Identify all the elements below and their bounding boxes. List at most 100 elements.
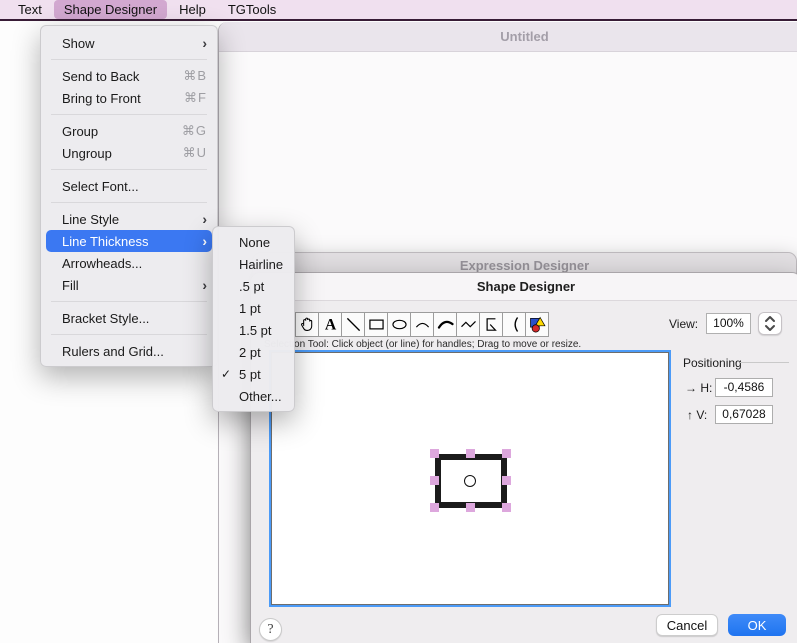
- shape-center-marker[interactable]: [464, 475, 476, 487]
- menu-item-group[interactable]: Group⌘G: [41, 120, 217, 142]
- menu-item-line-thickness[interactable]: Line Thickness›: [46, 230, 212, 252]
- menu-item-show[interactable]: Show ›: [41, 32, 217, 54]
- menu-item-label: Bring to Front: [62, 91, 141, 106]
- selection-handle-mid-left[interactable]: [430, 476, 439, 485]
- menu-item-shortcut: ⌘B: [183, 68, 207, 84]
- arc-tool-icon: [412, 314, 433, 335]
- tool-instruction-text: Selection Tool: Click object (or line) f…: [264, 339, 581, 350]
- menu-item-select-font[interactable]: Select Font...: [41, 175, 217, 197]
- color-shapes-tool-button[interactable]: [525, 312, 549, 337]
- menu-item-send-to-back[interactable]: Send to Back ⌘B: [41, 65, 217, 87]
- polygon-tool-button[interactable]: [479, 312, 503, 337]
- zigzag-tool-button[interactable]: [456, 312, 480, 337]
- menu-item-ungroup[interactable]: Ungroup⌘U: [41, 142, 217, 164]
- screen: { "menubar": { "items": [ {"label": "Tex…: [0, 0, 797, 643]
- cancel-button[interactable]: Cancel: [656, 614, 718, 636]
- h-position-field[interactable]: -0,4586: [715, 378, 773, 397]
- submenu-item-other...[interactable]: ✓Other...: [213, 385, 294, 407]
- help-button[interactable]: ?: [259, 618, 282, 641]
- selection-handle-bottom-left[interactable]: [430, 503, 439, 512]
- menu-item-fill[interactable]: Fill ›: [41, 274, 217, 296]
- positioning-divider: [740, 362, 789, 363]
- menu-separator: [51, 169, 207, 170]
- submenu-item-label: 1.5 pt: [239, 323, 272, 338]
- submenu-item-5-pt[interactable]: ✓5 pt: [213, 363, 294, 385]
- menubar-item-text[interactable]: Text: [8, 0, 52, 19]
- untitled-titlebar[interactable]: Untitled: [219, 22, 797, 52]
- shape-designer-titlebar[interactable]: Shape Designer: [251, 273, 797, 301]
- submenu-item-none[interactable]: ✓None: [213, 231, 294, 253]
- selection-handle-top-left[interactable]: [430, 449, 439, 458]
- menu-item-arrowheads[interactable]: Arrowheads...: [41, 252, 217, 274]
- checkmark-icon: ✓: [213, 367, 239, 381]
- zigzag-tool-icon: [458, 314, 479, 335]
- text-tool-button[interactable]: A: [318, 312, 342, 337]
- menu-item-bracket-style[interactable]: Bracket Style...: [41, 307, 217, 329]
- shape-designer-window: Shape Designer A View: 100% Selection To…: [250, 272, 797, 643]
- selection-handle-bottom-right[interactable]: [502, 503, 511, 512]
- hand-tool-icon: [297, 314, 318, 335]
- rectangle-tool-button[interactable]: [364, 312, 388, 337]
- positioning-label: Positioning: [683, 356, 742, 370]
- untitled-window-title: Untitled: [500, 29, 548, 44]
- submenu-item-hairline[interactable]: ✓Hairline: [213, 253, 294, 275]
- line-tool-button[interactable]: [341, 312, 365, 337]
- menubar-item-tgtools[interactable]: TGTools: [218, 0, 286, 19]
- submenu-chevron-icon: ›: [202, 278, 207, 292]
- arc-tool-button[interactable]: [410, 312, 434, 337]
- selection-handle-top-center[interactable]: [466, 449, 475, 458]
- v-position-field[interactable]: 0,67028: [715, 405, 773, 424]
- submenu-item-label: Other...: [239, 389, 282, 404]
- line-tool-icon: [343, 314, 364, 335]
- menu-item-label: Line Style: [62, 212, 119, 227]
- menu-separator: [51, 202, 207, 203]
- menu-separator: [51, 301, 207, 302]
- submenu-item-label: 2 pt: [239, 345, 261, 360]
- menu-item-shortcut: ⌘F: [184, 90, 207, 106]
- shape-designer-menu: Show › Send to Back ⌘B Bring to Front ⌘F Group…: [40, 25, 218, 367]
- menubar-item-shape-designer[interactable]: Shape Designer: [54, 0, 167, 19]
- selection-handle-mid-right[interactable]: [502, 476, 511, 485]
- color-shapes-tool-icon: [527, 314, 548, 335]
- menu-item-label: Select Font...: [62, 179, 139, 194]
- ok-button[interactable]: OK: [728, 614, 786, 636]
- submenu-item-1-pt[interactable]: ✓1 pt: [213, 297, 294, 319]
- menubar-item-help[interactable]: Help: [169, 0, 216, 19]
- menu-item-label: Fill: [62, 278, 79, 293]
- view-zoom-stepper[interactable]: [758, 312, 782, 335]
- submenu-item-2-pt[interactable]: ✓2 pt: [213, 341, 294, 363]
- ellipse-tool-icon: [389, 314, 410, 335]
- hand-tool-button[interactable]: [295, 312, 319, 337]
- curve-tool-icon: [435, 314, 456, 335]
- submenu-item-label: .5 pt: [239, 279, 264, 294]
- line-thickness-submenu: ✓None✓Hairline✓.5 pt✓1 pt✓1.5 pt✓2 pt✓5 …: [212, 226, 295, 412]
- ellipse-tool-button[interactable]: [387, 312, 411, 337]
- menu-item-label: Rulers and Grid...: [62, 344, 164, 359]
- bracket-tool-icon: [504, 314, 525, 335]
- menu-item-label: Bracket Style...: [62, 311, 149, 326]
- selection-handle-bottom-center[interactable]: [466, 503, 475, 512]
- menu-item-bring-to-front[interactable]: Bring to Front ⌘F: [41, 87, 217, 109]
- submenu-chevron-icon: ›: [202, 36, 207, 50]
- view-label: View:: [669, 317, 698, 331]
- submenu-item-1.5-pt[interactable]: ✓1.5 pt: [213, 319, 294, 341]
- shape-toolbar: A: [295, 312, 549, 337]
- view-zoom-field[interactable]: 100%: [706, 313, 751, 334]
- text-tool-icon: A: [320, 314, 341, 335]
- menu-item-line-style[interactable]: Line Style ›: [41, 208, 217, 230]
- submenu-item-label: Hairline: [239, 257, 283, 272]
- expression-designer-title: Expression Designer: [460, 258, 589, 273]
- svg-text:A: A: [324, 316, 336, 333]
- submenu-chevron-icon: ›: [202, 212, 207, 226]
- menu-item-label: Show: [62, 36, 95, 51]
- shape-canvas[interactable]: [271, 352, 669, 605]
- menu-item-label: Send to Back: [62, 69, 139, 84]
- submenu-chevron-icon: ›: [202, 234, 207, 248]
- menu-separator: [51, 334, 207, 335]
- submenu-item-.5-pt[interactable]: ✓.5 pt: [213, 275, 294, 297]
- menu-item-rulers-and-grid[interactable]: Rulers and Grid...: [41, 340, 217, 362]
- submenu-item-label: 5 pt: [239, 367, 261, 382]
- selection-handle-top-right[interactable]: [502, 449, 511, 458]
- curve-tool-button[interactable]: [433, 312, 457, 337]
- bracket-tool-button[interactable]: [502, 312, 526, 337]
